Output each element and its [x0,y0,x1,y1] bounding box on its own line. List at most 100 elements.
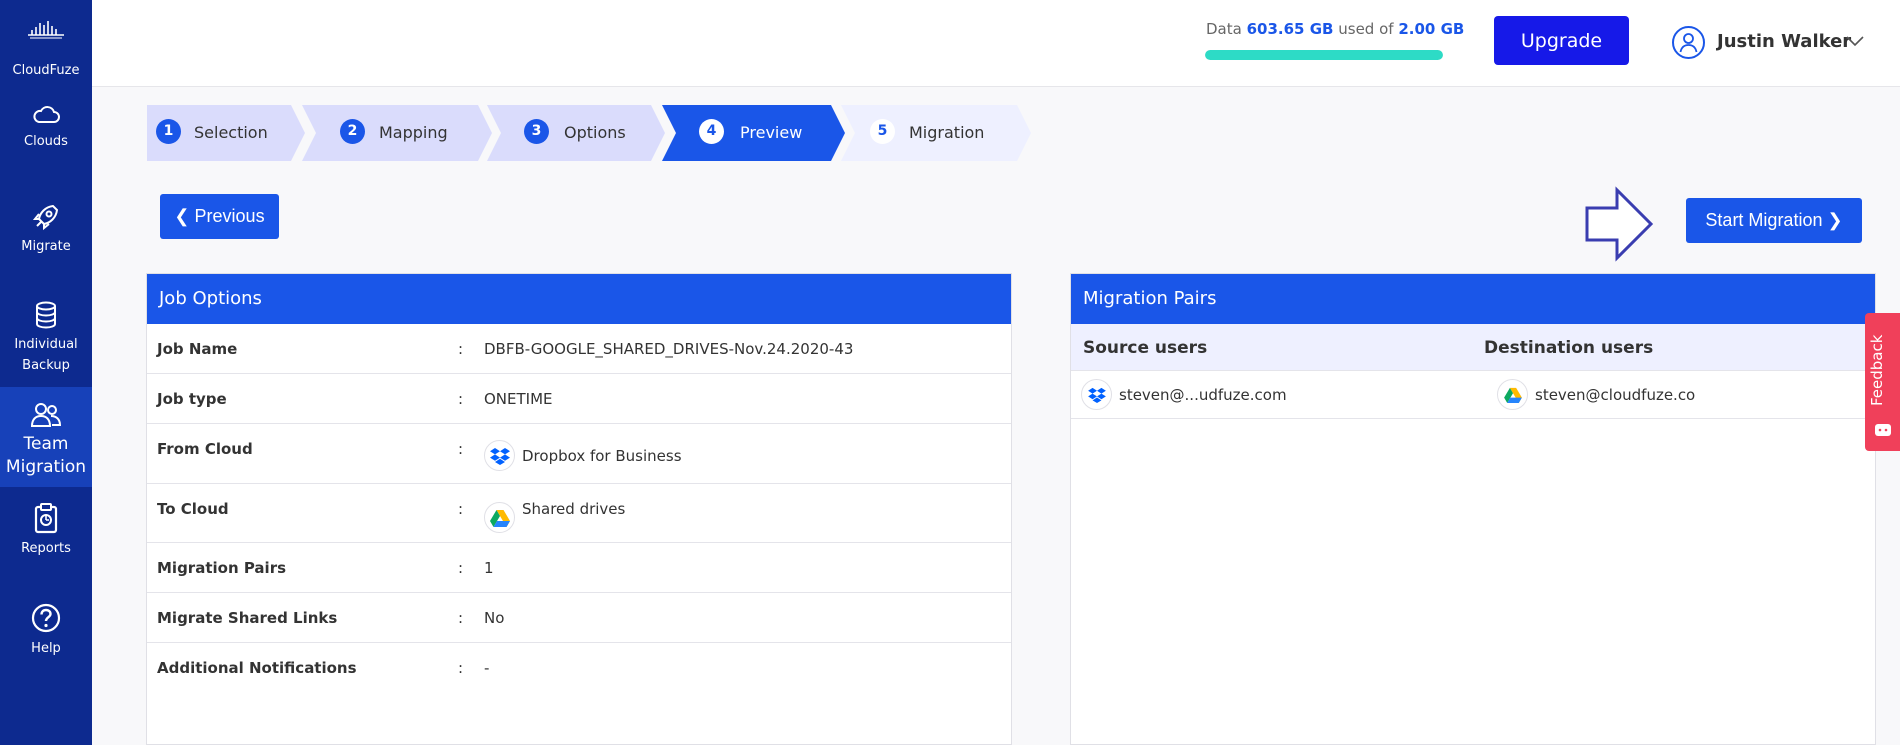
usage-total: 2.00 GB [1398,20,1465,38]
sidebar-item-help[interactable]: Help [0,602,92,659]
dropbox-icon [1087,387,1106,403]
google-drive-badge [1497,379,1528,410]
feedback-label: Feedback [1868,334,1886,406]
to-cloud-value: Shared drives [484,500,625,533]
sidebar: CloudFuze Clouds Migrate Individual Back… [0,0,92,745]
step-label: Selection [194,123,268,142]
separator: : [458,659,464,677]
cloudfuze-logo[interactable]: CloudFuze [0,0,92,90]
job-option-key: Migration Pairs [157,559,287,577]
step-label: Mapping [379,123,448,142]
usage-used: 603.65 GB [1246,20,1334,38]
notifications-value: - [484,659,490,677]
sidebar-item-label: Help [31,641,61,656]
google-drive-badge [484,502,515,533]
to-cloud-name: Shared drives [522,500,626,518]
job-option-key: To Cloud [157,500,229,518]
job-option-key: Migrate Shared Links [157,609,338,627]
job-name-value: DBFB-GOOGLE_SHARED_DRIVES-Nov.24.2020-43 [484,340,854,358]
step-migration[interactable]: 5 Migration [841,105,1031,161]
destination-user-email: steven@cloudfuze.co [1535,385,1696,404]
previous-button[interactable]: ❮ Previous [160,194,279,239]
step-options[interactable]: 3 Options [487,105,665,161]
job-option-key: Additional Notifications [157,659,357,677]
start-migration-label: Start Migration [1705,210,1823,230]
clipboard-icon [34,503,58,534]
cloud-icon [33,106,60,123]
chevron-left-icon: ❮ [174,206,190,226]
migration-pairs-panel: Migration Pairs Source users Destination… [1070,273,1876,745]
sidebar-item-reports[interactable]: Reports [0,502,92,559]
job-option-row: Migration Pairs : 1 [147,543,1011,593]
logo-text: CloudFuze [12,63,80,78]
help-icon [31,603,61,633]
step-number: 5 [870,119,895,144]
dropbox-badge [484,440,515,471]
sidebar-item-migrate[interactable]: Migrate [0,202,92,257]
destination-user-cell: steven@cloudfuze.co [1497,379,1695,410]
start-migration-button[interactable]: Start Migration ❯ [1686,198,1862,243]
dropbox-icon [489,447,510,465]
sidebar-item-label: Team Migration [5,434,87,477]
sidebar-item-clouds[interactable]: Clouds [0,103,92,152]
destination-users-header: Destination users [1484,338,1654,358]
table-row: steven@...udfuze.com steven@cloudfuze.co [1071,371,1875,419]
separator: : [458,340,464,358]
step-number: 3 [524,119,549,144]
separator: : [458,440,464,458]
storage-usage-text: Data 603.65 GB used of 2.00 GB [1206,20,1464,38]
pairs-table-header: Source users Destination users [1071,324,1875,371]
separator: : [458,390,464,408]
job-option-row: Additional Notifications : - [147,643,1011,693]
separator: : [458,500,464,518]
job-option-row: From Cloud : Dropbox for Business [147,424,1011,484]
step-preview[interactable]: 4 Preview [662,105,845,161]
job-type-value: ONETIME [484,390,553,408]
sidebar-item-label: Reports [21,541,71,556]
sidebar-item-team-migration[interactable]: Team Migration [0,387,92,487]
chat-icon [1875,424,1891,436]
sidebar-item-label: Individual Backup [14,337,78,373]
rocket-icon [32,204,59,231]
migration-stepper: 1 Selection 2 Mapping 3 Options 4 Previe… [147,105,1047,161]
from-cloud-name: Dropbox for Business [522,446,682,465]
source-user-email: steven@...udfuze.com [1119,385,1287,404]
previous-label: Previous [194,206,265,226]
upgrade-button[interactable]: Upgrade [1494,16,1629,65]
job-option-key: From Cloud [157,440,253,458]
user-icon [1679,33,1698,53]
sidebar-item-individual-backup[interactable]: Individual Backup [0,300,92,376]
google-drive-icon [489,509,510,527]
step-label: Migration [909,123,985,142]
top-bar: Data 603.65 GB used of 2.00 GB Upgrade J… [92,0,1900,87]
feedback-tab[interactable]: Feedback [1865,313,1900,451]
storage-usage-fill [1205,50,1443,60]
migration-pairs-title: Migration Pairs [1071,274,1875,324]
job-option-key: Job type [157,390,227,408]
step-mapping[interactable]: 2 Mapping [302,105,492,161]
cloudfuze-logo-icon [28,21,64,39]
source-users-header: Source users [1083,338,1208,358]
migration-pairs-value: 1 [484,559,494,577]
chevron-down-icon[interactable] [1846,36,1864,47]
usage-prefix: Data [1206,20,1242,38]
step-label: Options [564,123,626,142]
user-avatar[interactable] [1672,26,1705,59]
step-number: 1 [156,119,181,144]
separator: : [458,559,464,577]
user-name[interactable]: Justin Walker [1717,31,1851,52]
source-user-cell: steven@...udfuze.com [1081,379,1287,410]
dropbox-badge [1081,379,1112,410]
step-number: 4 [699,119,724,144]
chevron-right-icon: ❯ [1827,210,1843,230]
step-selection[interactable]: 1 Selection [147,105,305,161]
google-drive-icon [1503,387,1522,403]
shared-links-value: No [484,609,505,627]
job-option-row: Job type : ONETIME [147,374,1011,424]
separator: : [458,609,464,627]
arrow-right-icon [1585,186,1654,262]
step-number: 2 [340,119,365,144]
step-label: Preview [740,123,803,142]
job-option-row: Job Name : DBFB-GOOGLE_SHARED_DRIVES-Nov… [147,324,1011,374]
team-icon [30,403,62,427]
